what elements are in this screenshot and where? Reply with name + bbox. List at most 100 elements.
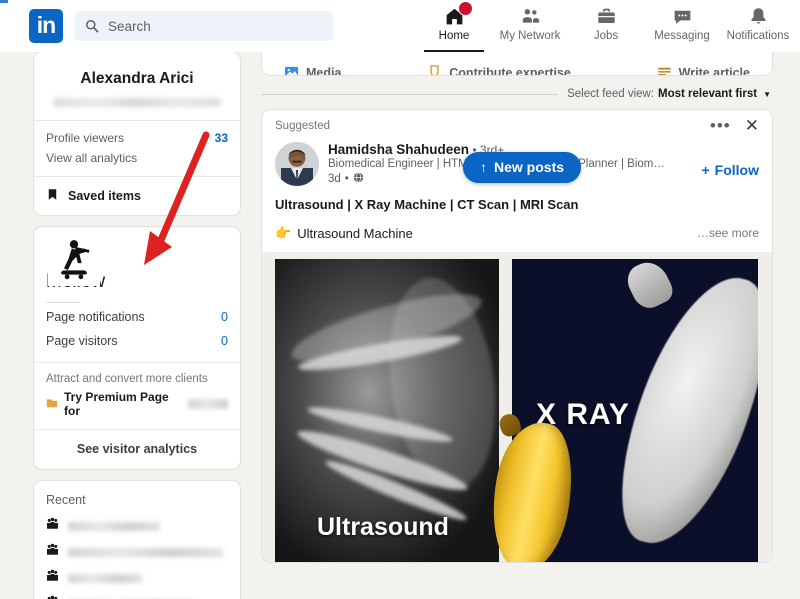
suggested-label: Suggested bbox=[275, 120, 330, 132]
share-options: Media Contribute expertise Write article bbox=[262, 53, 772, 76]
nav-item-home[interactable]: Home bbox=[416, 0, 492, 52]
profile-card[interactable]: Alexandra Arici Profile viewers 33 View … bbox=[33, 51, 241, 216]
post-text-line2: Ultrasound Machine bbox=[297, 225, 413, 241]
globe-icon bbox=[353, 172, 364, 186]
left-sidebar: Alexandra Arici Profile viewers 33 View … bbox=[33, 51, 241, 599]
page-body: Alexandra Arici Profile viewers 33 View … bbox=[0, 36, 800, 599]
list-item[interactable] bbox=[34, 539, 240, 565]
see-visitor-analytics-label: See visitor analytics bbox=[76, 442, 198, 456]
ultrasound-label: Ultrasound bbox=[317, 513, 449, 541]
divider bbox=[46, 302, 80, 303]
post-text-headline: Ultrasound | X Ray Machine | CT Scan | M… bbox=[275, 197, 579, 212]
nav-item-notifications-label: Notifications bbox=[726, 30, 790, 42]
profile-viewers-row[interactable]: Profile viewers 33 bbox=[34, 121, 240, 145]
post-text-second-line: 👉 Ultrasound Machine …see more bbox=[275, 225, 759, 241]
close-icon[interactable]: ✕ bbox=[745, 117, 759, 134]
xray-banana-stem bbox=[622, 259, 678, 314]
see-more-link[interactable]: …see more bbox=[697, 226, 759, 240]
recent-card: Recent bbox=[33, 480, 241, 599]
post-meta-separator: • bbox=[344, 173, 349, 185]
home-notification-badge bbox=[457, 1, 473, 16]
group-icon bbox=[46, 543, 59, 561]
contribute-expertise-icon bbox=[427, 64, 442, 75]
nav-item-home-label: Home bbox=[438, 30, 470, 42]
post-text-bullet: 👉 Ultrasound Machine bbox=[275, 225, 697, 241]
media-photo-icon bbox=[284, 64, 299, 75]
profile-viewers-label: Profile viewers bbox=[46, 131, 125, 145]
plus-icon: + bbox=[701, 161, 710, 178]
my-network-icon bbox=[520, 5, 541, 27]
nav-item-jobs-label: Jobs bbox=[593, 30, 619, 42]
nav-item-my-network-label: My Network bbox=[499, 30, 561, 42]
search-icon bbox=[85, 19, 99, 33]
nav-item-my-network[interactable]: My Network bbox=[492, 0, 568, 52]
post-header-bar: Suggested ••• ✕ bbox=[262, 110, 772, 139]
saved-items-row[interactable]: Saved items bbox=[34, 177, 240, 215]
nav-item-jobs[interactable]: Jobs bbox=[568, 0, 644, 52]
post-time: 3d bbox=[328, 173, 341, 185]
global-header: in Search Home My Network Jobs Messaging… bbox=[0, 0, 800, 52]
write-article-icon bbox=[657, 64, 672, 75]
share-option-write-article-label: Write article bbox=[678, 66, 750, 76]
follow-button-label: Follow bbox=[714, 161, 759, 178]
share-option-contribute-expertise-label: Contribute expertise bbox=[449, 66, 571, 76]
company-page-card[interactable]: Mellow Page notifications 0 Page visitor… bbox=[33, 226, 241, 470]
home-icon bbox=[444, 1, 473, 27]
list-item-label-redacted bbox=[68, 573, 142, 583]
premium-promo-line2: Try Premium Page for bbox=[46, 390, 228, 418]
group-icon bbox=[46, 569, 59, 587]
page-visitors-value: 0 bbox=[221, 334, 228, 348]
new-posts-label: New posts bbox=[494, 159, 565, 175]
view-all-analytics-row[interactable]: View all analytics bbox=[34, 145, 240, 176]
premium-promo-line1: Attract and convert more clients bbox=[46, 373, 208, 385]
feed-view-selector[interactable]: Select feed view: Most relevant first ▼ bbox=[261, 88, 773, 100]
new-posts-button[interactable]: ↑ New posts bbox=[463, 152, 582, 183]
list-item[interactable] bbox=[34, 565, 240, 591]
nav-item-notifications[interactable]: Notifications bbox=[720, 0, 796, 52]
arrow-up-icon: ↑ bbox=[480, 159, 487, 175]
list-item[interactable] bbox=[34, 591, 240, 599]
chevron-down-icon: ▼ bbox=[763, 89, 771, 99]
scrollbar-edge bbox=[0, 0, 8, 3]
page-notifications-label: Page notifications bbox=[46, 310, 145, 324]
feed-view-label: Select feed view: bbox=[567, 88, 655, 100]
saved-items-label: Saved items bbox=[68, 189, 141, 203]
search-input[interactable]: Search bbox=[75, 11, 333, 41]
see-visitor-analytics-button[interactable]: See visitor analytics bbox=[34, 430, 240, 469]
skateboarder-logo-icon bbox=[48, 234, 100, 286]
share-option-write-article[interactable]: Write article bbox=[657, 64, 750, 76]
primary-navigation: Home My Network Jobs Messaging Notificat… bbox=[416, 0, 800, 52]
premium-promo[interactable]: Attract and convert more clients Try Pre… bbox=[34, 363, 240, 429]
share-option-media[interactable]: Media bbox=[284, 64, 341, 75]
divider bbox=[261, 93, 558, 95]
notifications-bell-icon bbox=[748, 5, 769, 27]
group-icon bbox=[46, 517, 59, 535]
profile-headline-redacted bbox=[53, 98, 221, 107]
pointing-hand-icon: 👉 bbox=[275, 225, 292, 240]
post-body-text: Ultrasound | X Ray Machine | CT Scan | M… bbox=[262, 186, 772, 241]
messaging-icon bbox=[672, 5, 693, 27]
page-visitors-label: Page visitors bbox=[46, 334, 118, 348]
bookmark-icon bbox=[46, 188, 59, 204]
list-item[interactable] bbox=[34, 513, 240, 539]
avatar[interactable] bbox=[275, 142, 319, 186]
nav-item-messaging[interactable]: Messaging bbox=[644, 0, 720, 52]
follow-button[interactable]: + Follow bbox=[701, 153, 759, 186]
more-options-icon[interactable]: ••• bbox=[710, 117, 731, 134]
page-visitors-row[interactable]: Page visitors 0 bbox=[46, 329, 228, 353]
group-icon bbox=[46, 595, 59, 599]
recent-title: Recent bbox=[46, 493, 86, 507]
post-image[interactable]: Ultrasound X RAY bbox=[262, 252, 772, 562]
profile-identity: Alexandra Arici bbox=[34, 52, 240, 120]
post-author-name: Hamidsha Shahudeen bbox=[328, 142, 470, 157]
linkedin-logo-icon[interactable]: in bbox=[29, 9, 63, 43]
list-item-label-redacted bbox=[68, 547, 223, 557]
page-notifications-row[interactable]: Page notifications 0 bbox=[46, 305, 228, 329]
nav-item-messaging-label: Messaging bbox=[654, 30, 710, 42]
page-notifications-value: 0 bbox=[221, 310, 228, 324]
linkedin-feed-screen: in Search Home My Network Jobs Messaging… bbox=[0, 0, 800, 599]
linkedin-logo-text: in bbox=[36, 11, 56, 38]
premium-promo-text: Try Premium Page for bbox=[64, 390, 169, 418]
feed-view-value: Most relevant first bbox=[658, 88, 758, 100]
share-option-contribute-expertise[interactable]: Contribute expertise bbox=[427, 64, 571, 76]
